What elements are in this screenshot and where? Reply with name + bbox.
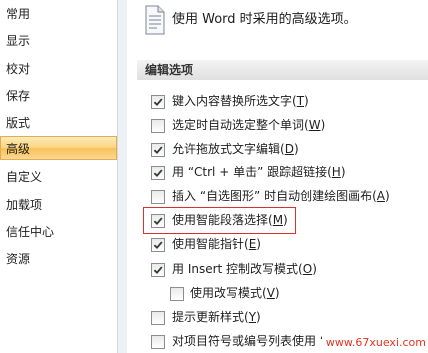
option-label: 对项目符号或编号列表使用 “ bbox=[172, 334, 326, 349]
option-label-text: 允许拖放式文字编辑( bbox=[172, 142, 285, 156]
sidebar-item-resources[interactable]: 资源 bbox=[0, 246, 117, 270]
sidebar-divider bbox=[117, 0, 127, 353]
option-label-text: 对项目符号或编号列表使用 “ bbox=[172, 334, 327, 348]
sidebar-item-display[interactable]: 显示 bbox=[0, 28, 117, 52]
option-label-text: 使用智能指针( bbox=[172, 237, 249, 251]
checkbox[interactable] bbox=[151, 119, 165, 133]
sidebar-item-proofing[interactable]: 校对 bbox=[0, 56, 117, 80]
sidebar-item-trust-center[interactable]: 信任中心 bbox=[0, 219, 117, 243]
accelerator-key: A bbox=[376, 189, 385, 203]
accelerator-key: M bbox=[272, 213, 284, 227]
sidebar-item-customize[interactable]: 自定义 bbox=[0, 164, 117, 188]
option-label-text: 用 Insert 控制改写模式( bbox=[172, 262, 303, 276]
option-label-text: 使用智能段落选择( bbox=[172, 213, 273, 227]
checkbox[interactable] bbox=[151, 190, 165, 204]
option-label-suffix: ) bbox=[256, 237, 261, 251]
document-options-icon bbox=[145, 5, 165, 35]
checkbox[interactable] bbox=[151, 214, 165, 228]
option-label-suffix: ) bbox=[384, 189, 390, 203]
option-label: 使用智能指针(E) bbox=[172, 237, 261, 252]
option-smart-paragraph-selection[interactable]: 使用智能段落选择(M) bbox=[127, 213, 428, 228]
option-label: 键入内容替换所选文字(T) bbox=[172, 94, 309, 109]
checkbox[interactable] bbox=[151, 335, 165, 349]
checkbox[interactable] bbox=[151, 166, 165, 180]
checkbox[interactable] bbox=[170, 287, 184, 301]
option-label-suffix: ) bbox=[293, 142, 299, 156]
checkmark-icon bbox=[153, 266, 163, 275]
accelerator-key: W bbox=[308, 118, 321, 132]
sidebar-item-general[interactable]: 常用 bbox=[0, 1, 117, 25]
option-overtype-mode[interactable]: 使用改写模式(V) bbox=[127, 286, 428, 301]
option-label: 用 Insert 控制改写模式(O) bbox=[172, 262, 317, 277]
sidebar-item-save[interactable]: 保存 bbox=[0, 83, 117, 107]
option-label-suffix: ) bbox=[340, 165, 346, 179]
option-label-suffix: ) bbox=[274, 286, 280, 300]
checkbox[interactable] bbox=[151, 263, 165, 277]
option-prompt-update-style[interactable]: 提示更新样式(Y) bbox=[127, 310, 428, 325]
option-label: 插入 “自选图形” 时自动创建绘图画布(A) bbox=[172, 189, 390, 204]
accelerator-key: O bbox=[302, 262, 313, 276]
option-label-text: 使用改写模式( bbox=[190, 286, 267, 300]
option-label: 使用改写模式(V) bbox=[190, 286, 280, 301]
option-label-text: 插入 “自选图形” 时自动创建绘图画布( bbox=[172, 189, 377, 203]
option-drag-and-drop-editing[interactable]: 允许拖放式文字编辑(D) bbox=[127, 142, 428, 157]
accelerator-key: H bbox=[331, 165, 341, 179]
checkbox[interactable] bbox=[151, 95, 165, 109]
option-typing-replaces-selection[interactable]: 键入内容替换所选文字(T) bbox=[127, 94, 428, 109]
page-title: 使用 Word 时采用的高级选项。 bbox=[172, 12, 357, 27]
option-insert-key-overtype[interactable]: 用 Insert 控制改写模式(O) bbox=[127, 262, 428, 277]
checkbox[interactable] bbox=[151, 143, 165, 157]
accelerator-key: V bbox=[266, 286, 275, 300]
option-label-suffix: ) bbox=[283, 213, 288, 227]
option-label-suffix: ) bbox=[256, 310, 261, 324]
option-label: 允许拖放式文字编辑(D) bbox=[172, 142, 299, 157]
sidebar-item-advanced[interactable]: 高级 bbox=[0, 136, 117, 160]
accelerator-key: T bbox=[296, 94, 305, 108]
checkbox[interactable] bbox=[151, 238, 165, 252]
accelerator-key: D bbox=[284, 142, 294, 156]
sidebar-item-add-ins[interactable]: 加载项 bbox=[0, 192, 117, 216]
option-label: 用 “Ctrl + 单击” 跟踪超链接(H) bbox=[172, 165, 346, 180]
option-ctrl-click-hyperlink[interactable]: 用 “Ctrl + 单击” 跟踪超链接(H) bbox=[127, 165, 428, 180]
option-label-text: 用 “Ctrl + 单击” 跟踪超链接( bbox=[172, 165, 332, 179]
options-sidebar: 常用 显示 校对 保存 版式 高级 自定义 加载项 信任中心 资源 bbox=[0, 0, 117, 353]
option-auto-select-whole-word[interactable]: 选定时自动选定整个单词(W) bbox=[127, 118, 428, 133]
option-label-suffix: ) bbox=[320, 118, 326, 132]
checkmark-icon bbox=[153, 169, 163, 178]
checkbox[interactable] bbox=[151, 311, 165, 325]
option-label-suffix: ) bbox=[304, 94, 309, 108]
sidebar-item-typography[interactable]: 版式 bbox=[0, 110, 117, 134]
options-content-panel: 使用 Word 时采用的高级选项。 编辑选项 键入内容替换所选文字(T) 选定时… bbox=[127, 0, 428, 353]
accelerator-key: Y bbox=[248, 310, 257, 324]
option-label: 选定时自动选定整个单词(W) bbox=[172, 118, 325, 133]
option-label-suffix: ) bbox=[312, 262, 317, 276]
option-label-text: 提示更新样式( bbox=[172, 310, 249, 324]
section-header-editing-options: 编辑选项 bbox=[137, 60, 428, 80]
option-label-text: 选定时自动选定整个单词( bbox=[172, 118, 309, 132]
checkmark-icon bbox=[153, 217, 163, 226]
checkmark-icon bbox=[153, 146, 163, 155]
option-label: 使用智能段落选择(M) bbox=[172, 213, 288, 228]
watermark: www.67xuexi.com bbox=[322, 333, 428, 353]
option-label: 提示更新样式(Y) bbox=[172, 310, 261, 325]
checkmark-icon bbox=[153, 98, 163, 107]
option-label-text: 键入内容替换所选文字( bbox=[172, 94, 297, 108]
checkmark-icon bbox=[153, 241, 163, 250]
option-auto-drawing-canvas[interactable]: 插入 “自选图形” 时自动创建绘图画布(A) bbox=[127, 189, 428, 204]
option-smart-cursoring[interactable]: 使用智能指针(E) bbox=[127, 237, 428, 252]
